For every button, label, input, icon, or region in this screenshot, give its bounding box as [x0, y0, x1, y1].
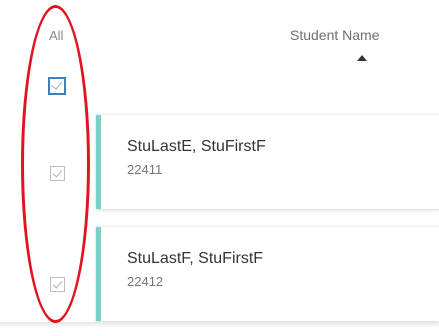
student-name: StuLastE, StuFirstF: [127, 138, 266, 155]
student-id: 22412: [127, 274, 164, 289]
checkmark-icon: [51, 78, 63, 90]
student-name-column-header[interactable]: Student Name: [290, 27, 380, 43]
student-id: 22411: [127, 162, 163, 177]
checkmark-icon: [52, 278, 63, 289]
student-row-checkbox[interactable]: [50, 277, 65, 292]
student-row-checkbox[interactable]: [50, 166, 65, 181]
student-row[interactable]: StuLastE, StuFirstF 22411: [96, 114, 439, 209]
student-row[interactable]: StuLastF, StuFirstF 22412: [96, 226, 439, 321]
sort-ascending-icon[interactable]: [357, 55, 367, 61]
checkmark-icon: [52, 167, 63, 178]
select-all-checkbox[interactable]: [48, 77, 66, 95]
checkbox-column-highlight-ellipse: [21, 5, 90, 323]
student-name: StuLastF, StuFirstF: [127, 250, 264, 267]
row-accent-bar: [96, 115, 101, 209]
row-accent-bar: [96, 227, 101, 321]
panel-bottom-edge: [0, 322, 439, 328]
student-selection-panel: All Student Name StuLastE, StuFirstF 224…: [0, 0, 439, 336]
select-all-label: All: [49, 28, 64, 43]
